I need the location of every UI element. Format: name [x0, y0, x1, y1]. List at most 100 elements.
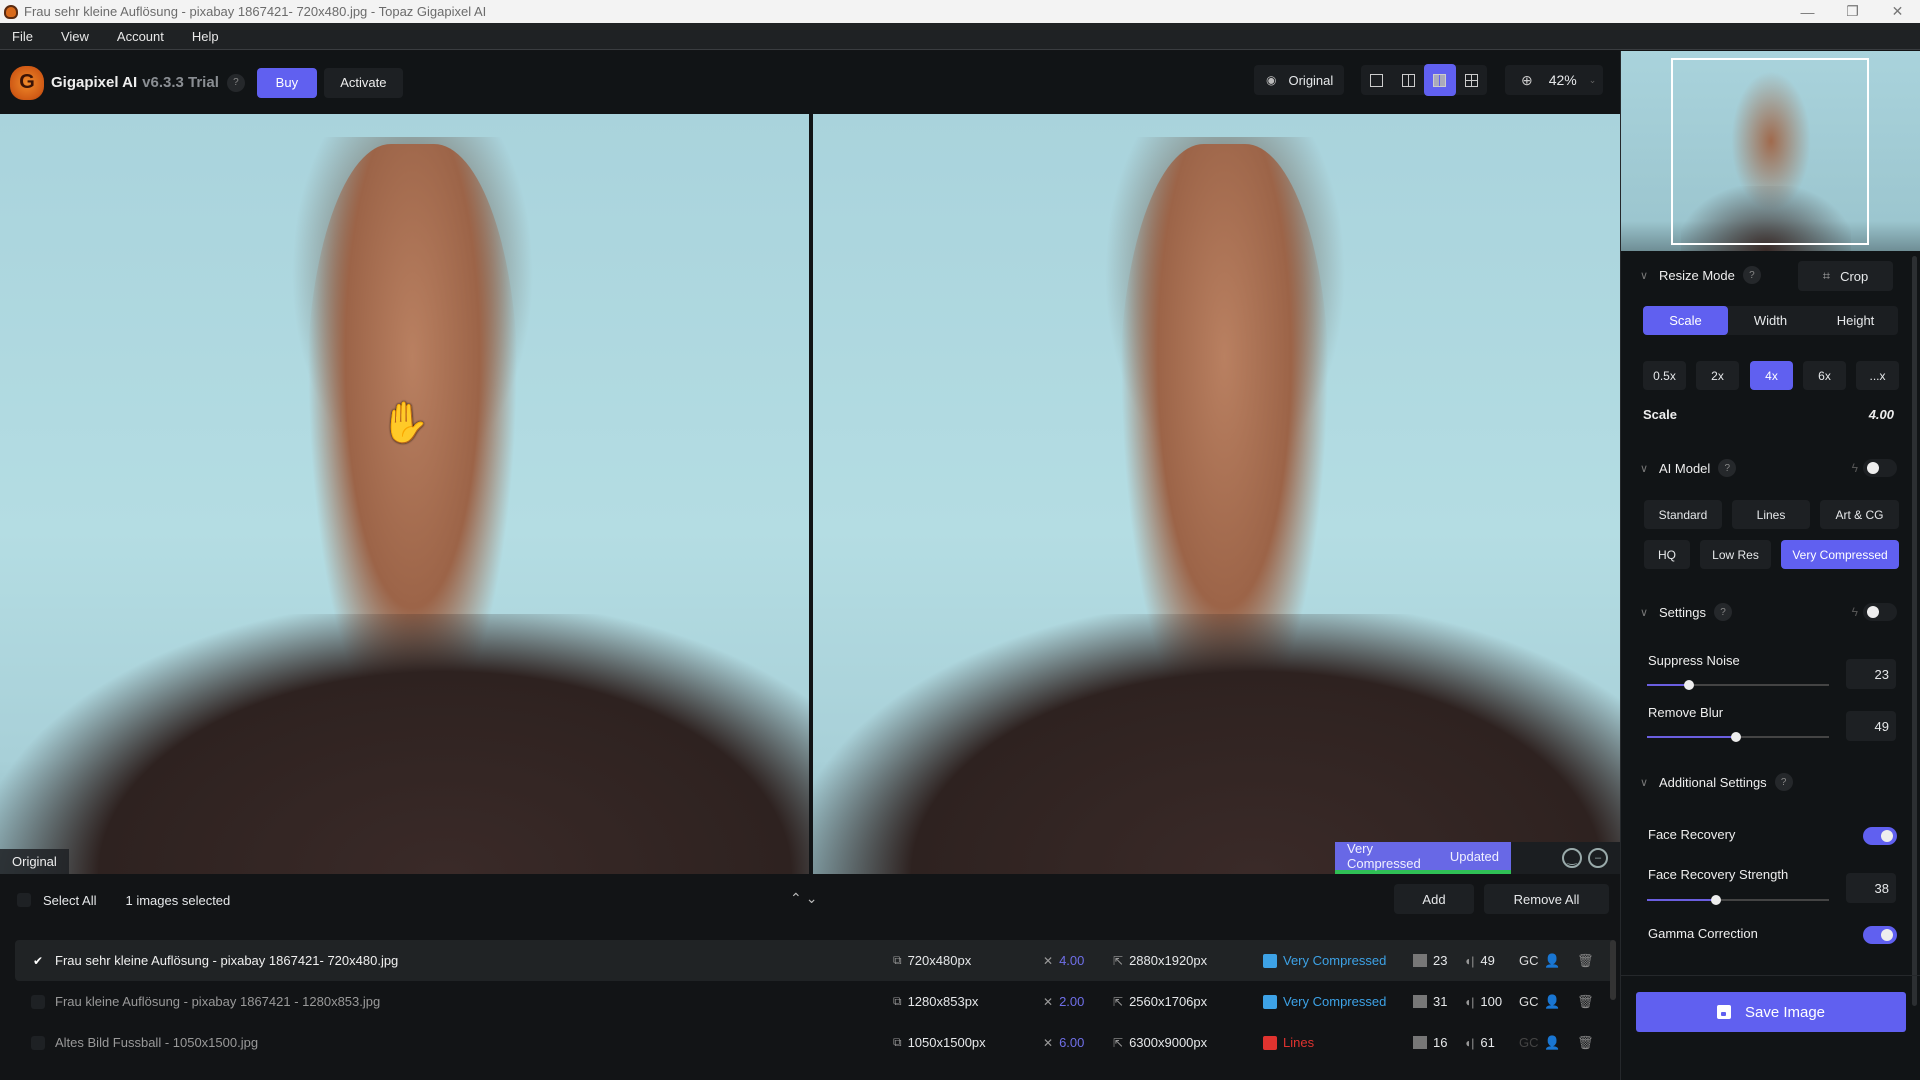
neutral-face-icon[interactable]: – — [1588, 848, 1608, 868]
help-icon[interactable]: ? — [1774, 773, 1793, 791]
zoom-control[interactable]: ⊕ 42% ⌄ — [1505, 65, 1603, 95]
gamma-correction-toggle[interactable] — [1863, 926, 1897, 944]
menu-file[interactable]: File — [12, 29, 33, 44]
side-by-side-view-button[interactable] — [1424, 64, 1456, 96]
settings-section: ∨ Settings ? ϟ — [1621, 598, 1911, 626]
select-all-checkbox[interactable] — [17, 893, 31, 907]
tab-scale[interactable]: Scale — [1643, 306, 1728, 335]
help-icon[interactable]: ? — [1718, 459, 1737, 477]
buy-button[interactable]: Buy — [256, 67, 317, 98]
tab-width[interactable]: Width — [1728, 306, 1813, 335]
maximize-button[interactable]: ❐ — [1830, 3, 1875, 20]
file-checkbox[interactable] — [31, 1035, 45, 1050]
scale-preset-6x[interactable]: 6x — [1803, 361, 1846, 390]
chevron-up-icon[interactable]: ⌃ — [790, 890, 806, 906]
model-hq[interactable]: HQ — [1644, 540, 1690, 569]
side-by-side-view-icon — [1433, 73, 1447, 87]
noise: 23 — [1413, 953, 1447, 968]
scale-value: 4.00 — [1059, 953, 1085, 968]
save-image-button[interactable]: Save Image — [1636, 992, 1906, 1032]
chevron-down-icon[interactable]: ⌄ — [806, 890, 822, 906]
model-low-res[interactable]: Low Res — [1700, 540, 1771, 569]
single-view-button[interactable] — [1361, 64, 1393, 96]
scale-preset-0-5x[interactable]: 0.5x — [1643, 361, 1686, 390]
file-name: Frau kleine Auflösung - pixabay 1867421 … — [55, 994, 381, 1009]
file-row[interactable]: Altes Bild Fussball - 1050x1500.jpg ⧉ 1050… — [15, 1022, 1615, 1063]
remove-blur-input[interactable]: 49 — [1846, 711, 1896, 741]
help-icon[interactable]: ? — [226, 73, 245, 92]
suppress-noise-label: Suppress Noise — [1648, 653, 1740, 668]
remove-all-button[interactable]: Remove All — [1484, 884, 1609, 914]
ai-model-auto-toggle[interactable] — [1863, 459, 1897, 477]
navigator-thumbnail[interactable] — [1621, 51, 1920, 251]
blur: ◖| 61 — [1464, 1035, 1495, 1050]
settings-auto-toggle[interactable] — [1863, 603, 1897, 621]
minimize-button[interactable]: — — [1785, 4, 1830, 20]
smile-icon[interactable]: ‿ — [1562, 848, 1582, 868]
chevron-down-icon[interactable]: ⌄ — [1589, 75, 1597, 86]
remove-blur-slider[interactable] — [1647, 732, 1829, 742]
select-all-label[interactable]: Select All — [43, 893, 96, 908]
menu-help[interactable]: Help — [192, 29, 219, 44]
viewport-frame[interactable] — [1671, 58, 1869, 245]
close-button[interactable]: ✕ — [1875, 3, 1920, 20]
chevron-down-icon[interactable]: ∨ — [1629, 462, 1659, 475]
file-checkbox[interactable] — [31, 994, 45, 1009]
activate-button[interactable]: Activate — [323, 67, 403, 98]
file-row[interactable]: Frau kleine Auflösung - pixabay 1867421 … — [15, 981, 1615, 1022]
panel-scrollbar[interactable] — [1912, 256, 1917, 1006]
scale-preset-4x[interactable]: 4x — [1750, 361, 1793, 390]
model-art-cg[interactable]: Art & CG — [1820, 500, 1899, 529]
face-recovery-strength-input[interactable]: 38 — [1846, 873, 1896, 903]
input-size-icon: ⧉ — [893, 994, 902, 1008]
chevron-down-icon[interactable]: ∨ — [1629, 776, 1659, 789]
delete-icon[interactable]: 🗑 — [1577, 953, 1594, 969]
menu-view[interactable]: View — [61, 29, 89, 44]
model-standard[interactable]: Standard — [1644, 500, 1722, 529]
file-list: ✔ Frau sehr kleine Auflösung - pixabay 18… — [15, 940, 1615, 1063]
delete-icon[interactable]: 🗑 — [1577, 994, 1594, 1010]
model-very-compressed[interactable]: Very Compressed — [1781, 540, 1899, 569]
chevron-down-icon[interactable]: ∨ — [1629, 269, 1659, 282]
suppress-noise-input[interactable]: 23 — [1846, 659, 1896, 689]
file-checkbox[interactable]: ✔ — [31, 954, 45, 968]
face-recovery-strength-slider[interactable] — [1647, 895, 1829, 905]
save-image-label: Save Image — [1744, 1003, 1826, 1021]
scale-preset-custom[interactable]: ...x — [1856, 361, 1899, 390]
show-original-button[interactable]: ◉ Original — [1254, 65, 1344, 95]
tab-height[interactable]: Height — [1813, 306, 1898, 335]
blur: ◖| 49 — [1464, 953, 1495, 968]
zoom-in-icon[interactable]: ⊕ — [1521, 72, 1533, 89]
additional-settings-title: Additional Settings — [1659, 774, 1767, 790]
add-button[interactable]: Add — [1394, 884, 1474, 914]
scale-value: 6.00 — [1059, 1035, 1085, 1050]
expand-icon: ✕ — [1043, 953, 1054, 968]
model: Lines — [1263, 1035, 1314, 1050]
delete-icon[interactable]: 🗑 — [1577, 1035, 1594, 1051]
input-size-icon: ⧉ — [893, 1035, 902, 1049]
chevron-down-icon[interactable]: ∨ — [1629, 606, 1659, 619]
scale-preset-2x[interactable]: 2x — [1696, 361, 1739, 390]
scale-value[interactable]: 4.00 — [1869, 407, 1894, 422]
processed-preview[interactable] — [813, 114, 1620, 874]
help-icon[interactable]: ? — [1742, 266, 1761, 284]
scale-label: Scale — [1643, 407, 1677, 422]
output-size-value: 2560x1706px — [1129, 994, 1208, 1009]
model-name: Very Compressed — [1283, 994, 1387, 1009]
list-scrollbar[interactable] — [1610, 940, 1616, 1000]
grid-view-button[interactable] — [1456, 64, 1488, 96]
input-size: ⧉ 1050x1500px — [893, 1035, 986, 1050]
processed-image — [813, 114, 1620, 874]
suppress-noise-slider[interactable] — [1647, 680, 1829, 690]
model-lines[interactable]: Lines — [1732, 500, 1810, 529]
export-icon: ⇱ — [1113, 953, 1124, 968]
menu-account[interactable]: Account — [117, 29, 164, 44]
file-row[interactable]: ✔ Frau sehr kleine Auflösung - pixabay 18… — [15, 940, 1615, 981]
original-preview[interactable]: Original ✋ — [0, 114, 809, 874]
split-view-button[interactable] — [1393, 64, 1425, 96]
crop-button[interactable]: ⌗ Crop — [1798, 261, 1893, 291]
noise-value: 23 — [1433, 953, 1448, 968]
help-icon[interactable]: ? — [1713, 603, 1732, 621]
view-mode-group — [1361, 64, 1488, 96]
face-recovery-toggle[interactable] — [1863, 827, 1897, 845]
